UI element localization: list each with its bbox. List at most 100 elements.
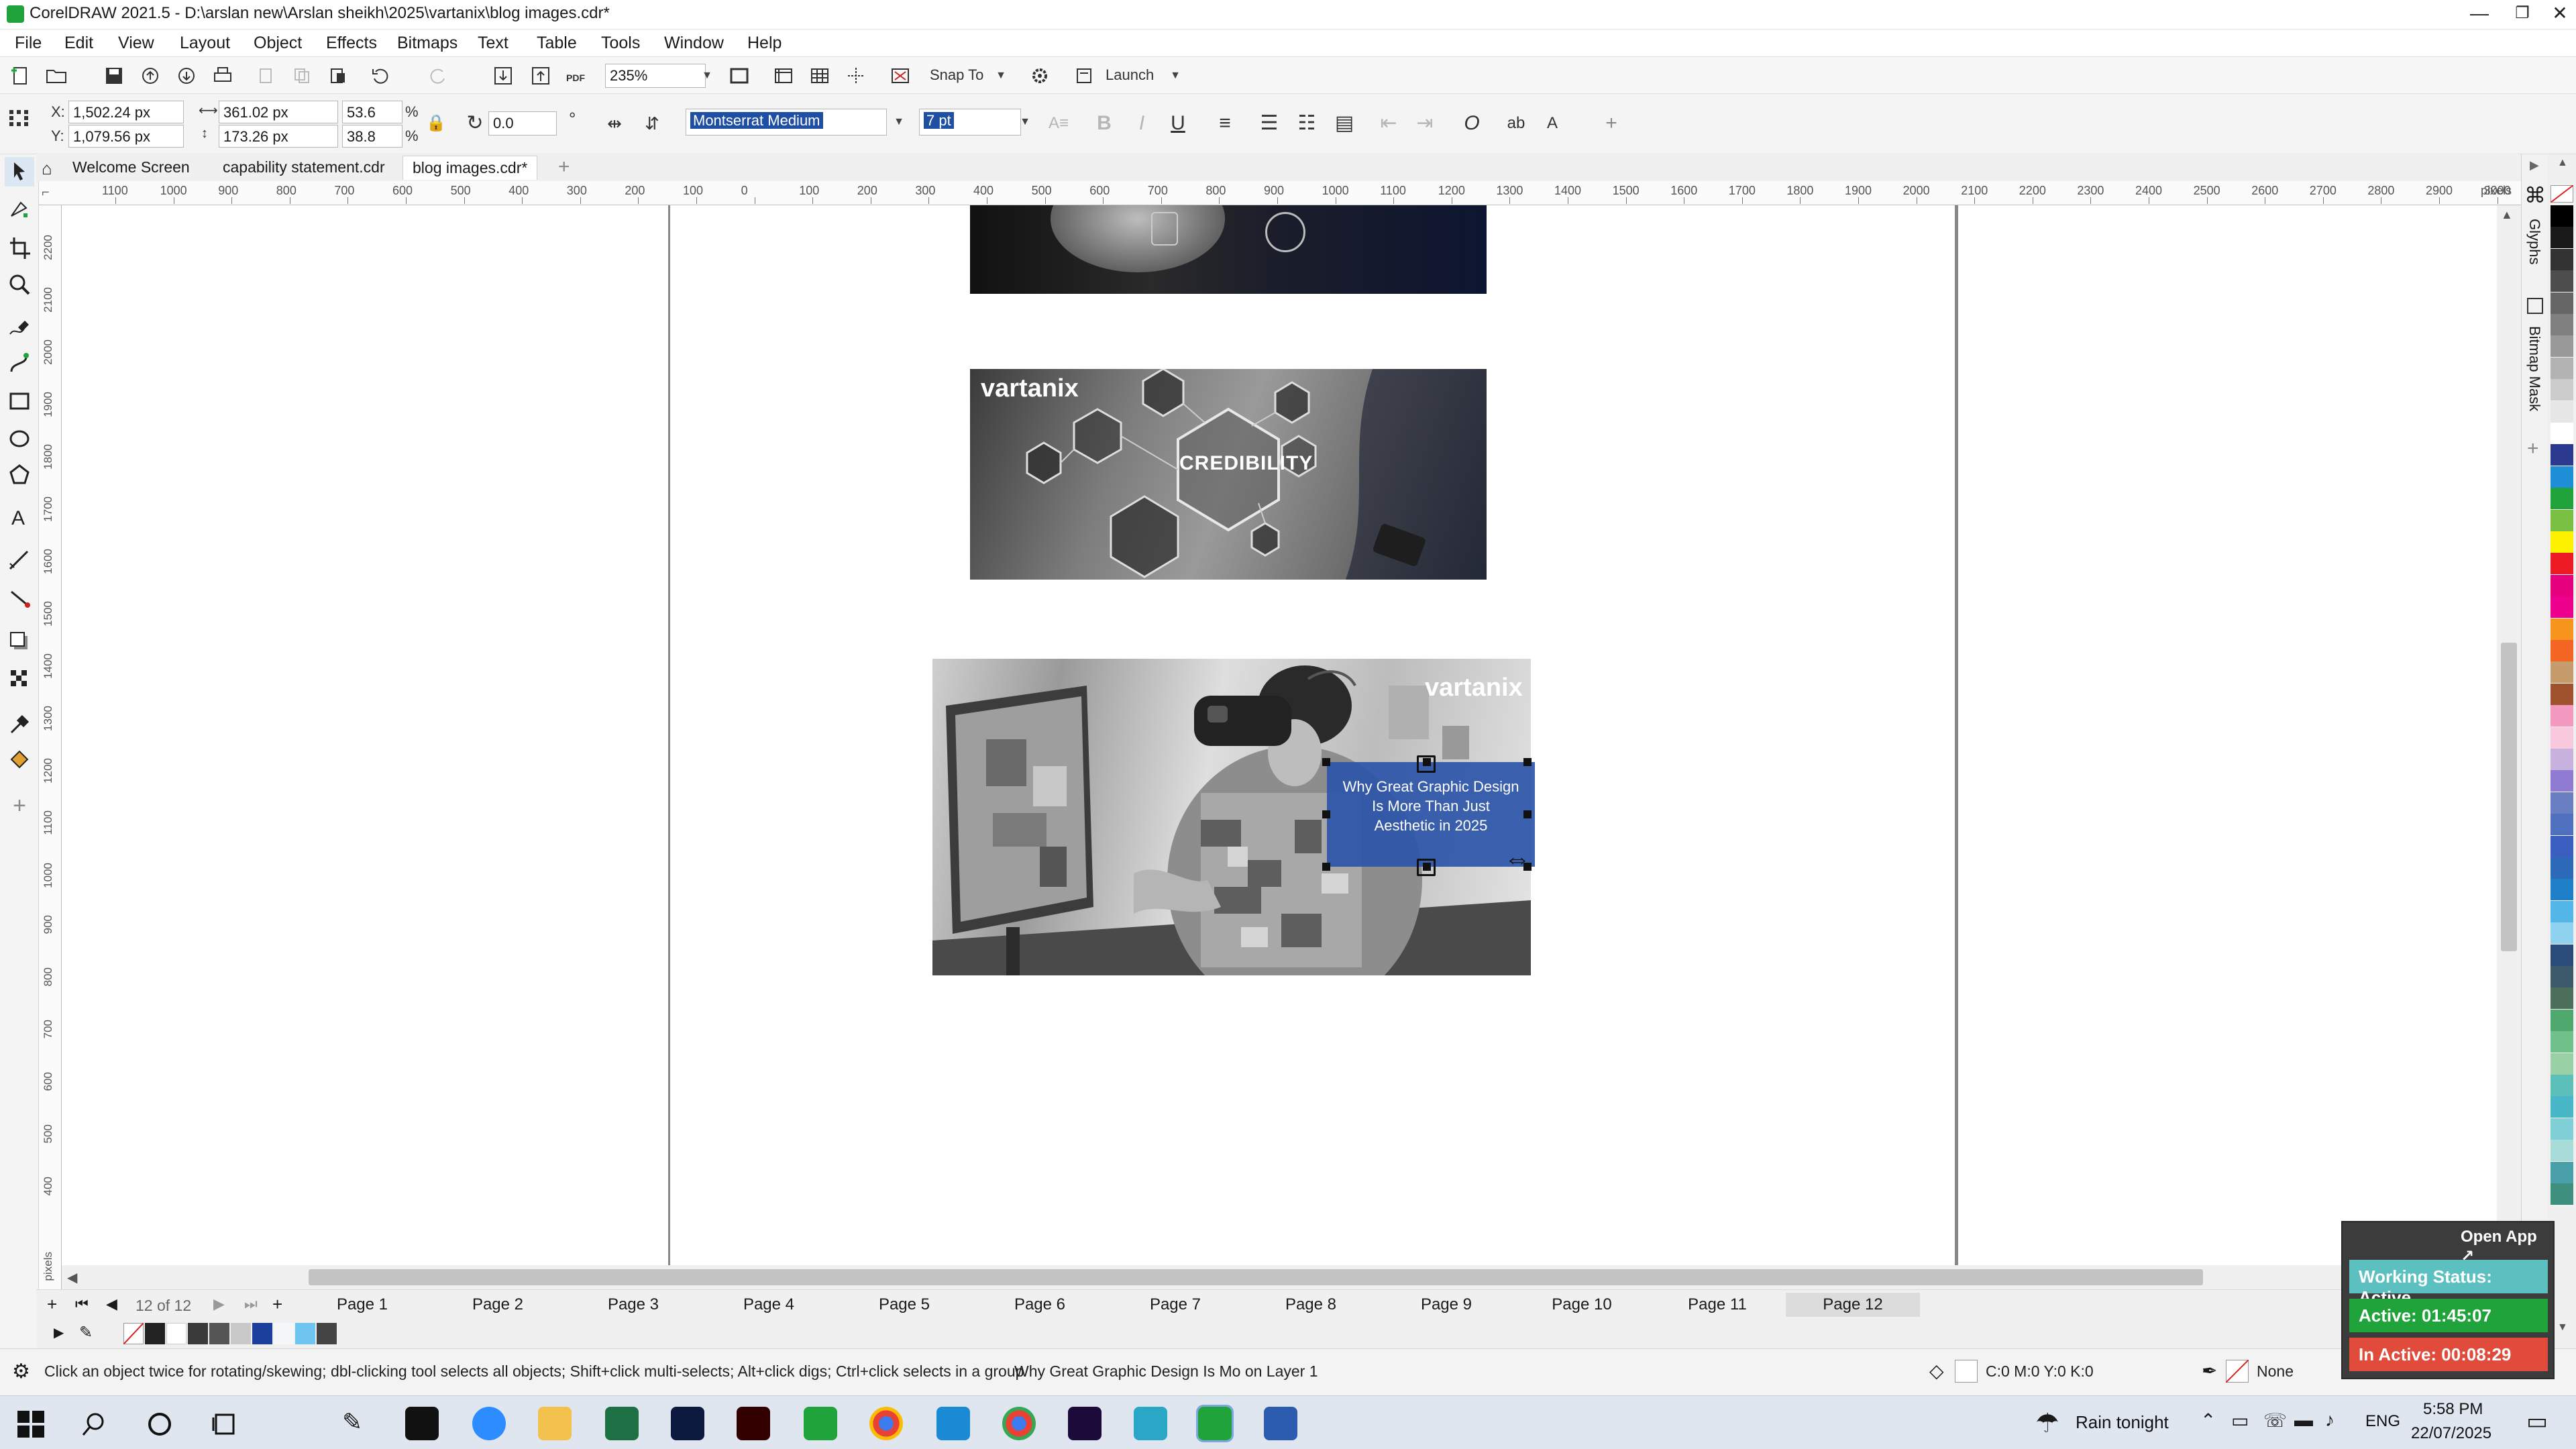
cloud-download-icon[interactable] xyxy=(173,64,200,88)
polygon-tool-icon[interactable] xyxy=(5,460,34,490)
page-tab[interactable]: Page 11 xyxy=(1650,1293,1784,1317)
zoom-dropdown-icon[interactable]: ▼ xyxy=(699,64,715,88)
font-list-box[interactable]: Montserrat Medium xyxy=(686,109,887,136)
tab-capability-statement[interactable]: capability statement.cdr xyxy=(213,156,394,180)
next-page-icon[interactable]: ▶ xyxy=(213,1295,225,1313)
full-screen-preview-icon[interactable] xyxy=(726,64,753,88)
font-size-box[interactable]: 7 pt xyxy=(919,109,1021,136)
handle-bottom-left[interactable] xyxy=(1322,863,1330,871)
palette-swatch[interactable] xyxy=(2551,488,2573,510)
interactive-fill-tool-icon[interactable] xyxy=(5,746,34,775)
zoom-tool-icon[interactable] xyxy=(5,270,34,299)
palette-swatch[interactable] xyxy=(2551,270,2573,292)
corel-app-icon[interactable] xyxy=(1134,1407,1167,1440)
zoom-level-field[interactable]: 235% xyxy=(605,64,706,88)
handle-middle-right[interactable] xyxy=(1523,810,1532,818)
publish-pdf-icon[interactable]: PDF xyxy=(564,64,590,88)
illustrator-app-icon[interactable] xyxy=(737,1407,770,1440)
palette-swatch[interactable] xyxy=(2551,770,2573,792)
add-page-before-icon[interactable]: + xyxy=(47,1294,57,1315)
docpal-eyedropper-icon[interactable]: ✎ xyxy=(79,1323,93,1342)
open-folder-icon[interactable] xyxy=(43,64,70,88)
scroll-left-icon[interactable]: ◀ xyxy=(67,1269,77,1286)
palette-swatch[interactable] xyxy=(2551,640,2573,661)
palette-swatch[interactable] xyxy=(2551,314,2573,335)
photoshop-app-icon[interactable] xyxy=(671,1407,704,1440)
launch-label[interactable]: Launch xyxy=(1106,66,1154,84)
page-tab[interactable]: Page 10 xyxy=(1515,1293,1649,1317)
docpal-swatch-lightgray[interactable] xyxy=(231,1323,251,1344)
bitmap-mask-tab[interactable]: Bitmap Mask xyxy=(2526,326,2543,411)
page-tab[interactable]: Page 9 xyxy=(1379,1293,1513,1317)
ruler-origin-icon[interactable]: ⌐ xyxy=(42,185,50,201)
palette-swatch[interactable] xyxy=(2551,509,2573,531)
palette-swatch[interactable] xyxy=(2551,618,2573,640)
task-view-icon[interactable] xyxy=(211,1411,237,1438)
show-rulers-icon[interactable] xyxy=(770,64,797,88)
options-gear-icon[interactable] xyxy=(1026,64,1053,88)
palette-swatch[interactable] xyxy=(2551,423,2573,444)
menu-help[interactable]: Help xyxy=(747,34,782,53)
docpal-swatch-charcoal[interactable] xyxy=(317,1323,337,1344)
palette-swatch[interactable] xyxy=(2551,749,2573,770)
page-tab[interactable]: Page 5 xyxy=(837,1293,971,1317)
palette-swatch[interactable] xyxy=(2551,792,2573,814)
new-document-icon[interactable] xyxy=(7,64,34,88)
x-position-field[interactable]: 1,502.24 px xyxy=(68,101,184,123)
menu-edit[interactable]: Edit xyxy=(64,34,93,53)
pen-workspace-icon[interactable]: ✎ xyxy=(342,1408,362,1436)
menu-window[interactable]: Window xyxy=(664,34,724,53)
docpal-swatch-blue[interactable] xyxy=(252,1323,272,1344)
page-tab[interactable]: Page 2 xyxy=(431,1293,565,1317)
launch-dropdown-icon[interactable]: ▼ xyxy=(1167,64,1183,88)
add-docker-icon[interactable]: + xyxy=(2527,437,2539,460)
mirror-vertical-icon[interactable]: ⇵ xyxy=(637,109,667,138)
width-field[interactable]: 361.02 px xyxy=(219,101,338,123)
blog-image-1[interactable] xyxy=(970,205,1487,294)
underline-icon[interactable]: U xyxy=(1163,109,1193,138)
show-hidden-icons-icon[interactable]: ⌃ xyxy=(2200,1409,2216,1432)
bitmap-mask-icon[interactable] xyxy=(2527,298,2543,314)
ellipse-tool-icon[interactable] xyxy=(5,424,34,453)
handle-middle-left[interactable] xyxy=(1322,810,1330,818)
add-page-after-icon[interactable]: + xyxy=(272,1294,282,1315)
glyphs-icon[interactable]: ⌘ xyxy=(2524,182,2546,208)
palette-swatch[interactable] xyxy=(2551,727,2573,749)
text-tool-icon[interactable]: A xyxy=(5,502,34,531)
palette-swatch[interactable] xyxy=(2551,1161,2573,1183)
show-grid-icon[interactable] xyxy=(806,64,833,88)
vertical-scroll-thumb[interactable] xyxy=(2501,643,2517,951)
redo-icon[interactable] xyxy=(424,64,451,88)
docpal-expand-icon[interactable]: ▶ xyxy=(54,1324,64,1341)
docpal-swatch-gray[interactable] xyxy=(209,1323,229,1344)
docpal-swatch-lightblue[interactable] xyxy=(295,1323,315,1344)
scroll-up-icon[interactable]: ▲ xyxy=(2501,208,2513,222)
blog-title-text[interactable]: Why Great Graphic Design Is More Than Ju… xyxy=(1340,777,1521,835)
menu-layout[interactable]: Layout xyxy=(180,34,230,53)
palette-swatch[interactable] xyxy=(2551,400,2573,423)
clock-date[interactable]: 22/07/2025 xyxy=(2411,1424,2491,1443)
coreldraw-active-taskbar-icon[interactable] xyxy=(1196,1405,1234,1442)
page-tab[interactable]: Page 4 xyxy=(702,1293,836,1317)
palette-swatch[interactable] xyxy=(2551,683,2573,705)
palette-swatch[interactable] xyxy=(2551,574,2573,596)
palette-swatch[interactable] xyxy=(2551,205,2573,227)
edit-text-icon[interactable]: A xyxy=(1538,109,1567,138)
excel-app-icon[interactable] xyxy=(605,1407,639,1440)
add-tool-icon[interactable]: + xyxy=(5,793,34,822)
docpal-swatch-black[interactable] xyxy=(145,1323,165,1344)
rectangle-tool-icon[interactable] xyxy=(5,386,34,416)
palette-swatch[interactable] xyxy=(2551,1096,2573,1118)
chrome-profile-app-icon[interactable] xyxy=(1002,1407,1036,1440)
last-page-icon[interactable]: ⏭ xyxy=(244,1295,258,1313)
docpal-swatch-offwhite[interactable] xyxy=(274,1323,294,1344)
text-frame-bottom-tab-icon[interactable] xyxy=(1417,859,1436,876)
handle-top-right[interactable] xyxy=(1523,758,1532,766)
text-frame-top-tab-icon[interactable] xyxy=(1417,755,1436,773)
vertical-scrollbar[interactable]: ▲ xyxy=(2497,205,2521,1265)
handle-top-left[interactable] xyxy=(1322,758,1330,766)
glyphs-tab[interactable]: Glyphs xyxy=(2526,219,2543,264)
palette-swatch[interactable] xyxy=(2551,444,2573,466)
docpal-swatch-darkgray[interactable] xyxy=(188,1323,208,1344)
page-tab[interactable]: Page 3 xyxy=(566,1293,700,1317)
